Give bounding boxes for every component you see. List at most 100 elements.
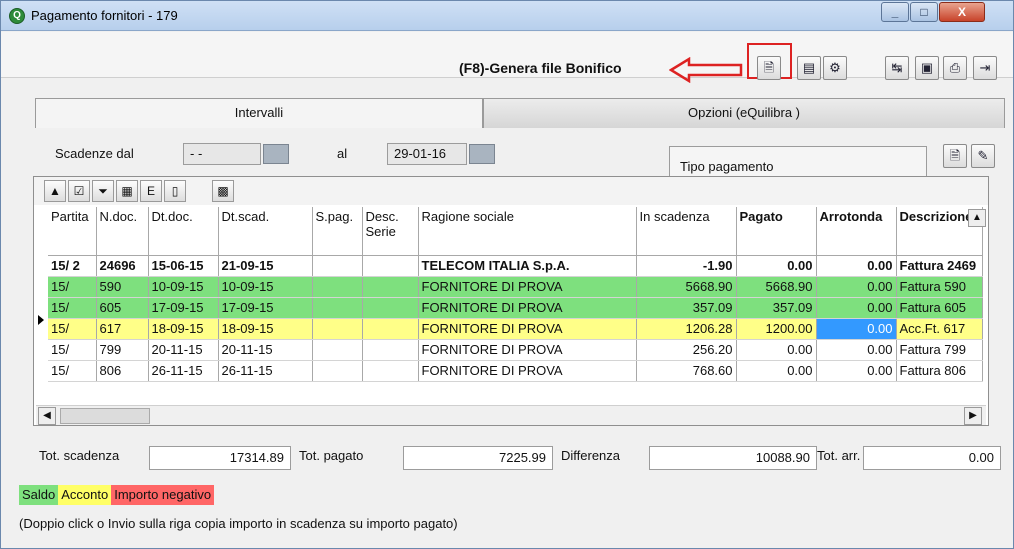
col-desc-serie[interactable]: Desc. Serie xyxy=(362,207,419,256)
cell-in-scadenza[interactable]: 357.09 xyxy=(636,297,737,319)
horizontal-scrollbar[interactable]: ◀ ▶ xyxy=(36,405,986,425)
cell-pagato[interactable]: 1200.00 xyxy=(736,318,817,340)
cell-descrizione[interactable]: Acc.Ft. 617 xyxy=(896,318,983,340)
cell-desc-serie[interactable] xyxy=(362,360,419,382)
tab-intervalli[interactable]: Intervalli xyxy=(35,98,483,128)
cell-dtdoc[interactable]: 18-09-15 xyxy=(148,318,219,340)
col-ragione-sociale[interactable]: Ragione sociale xyxy=(418,207,637,256)
cell-dtscad[interactable]: 10-09-15 xyxy=(218,276,313,298)
col-in-scadenza[interactable]: In scadenza xyxy=(636,207,737,256)
cell-spag[interactable] xyxy=(312,276,363,298)
cell-partita[interactable]: 15/ xyxy=(48,318,97,340)
cell-pagato[interactable]: 0.00 xyxy=(736,255,817,277)
cell-descrizione[interactable]: Fattura 605 xyxy=(896,297,983,319)
cell-in-scadenza[interactable]: 1206.28 xyxy=(636,318,737,340)
col-arrotonda[interactable]: Arrotonda xyxy=(816,207,897,256)
col-dtscad[interactable]: Dt.scad. xyxy=(218,207,313,256)
select-button[interactable]: ☑ xyxy=(68,180,90,202)
cell-ragione-sociale[interactable]: FORNITORE DI PROVA xyxy=(418,360,637,382)
print-button[interactable]: ⎙ xyxy=(943,56,967,80)
cell-pagato[interactable]: 0.00 xyxy=(736,339,817,361)
print-preview-button[interactable]: ▤ xyxy=(797,56,821,80)
al-date-field[interactable]: 29-01-16 xyxy=(387,143,467,165)
title-bar[interactable]: Q Pagamento fornitori - 179 _ □ X xyxy=(1,1,1013,31)
cell-ndoc[interactable]: 24696 xyxy=(96,255,149,277)
cell-ragione-sociale[interactable]: FORNITORE DI PROVA xyxy=(418,339,637,361)
columns-button[interactable]: ▦ xyxy=(116,180,138,202)
cell-arrotonda-selected[interactable]: 0.00 xyxy=(816,318,897,340)
cell-desc-serie[interactable] xyxy=(362,339,419,361)
cell-arrotonda[interactable]: 0.00 xyxy=(816,255,897,277)
filter-button[interactable]: ⏷ xyxy=(92,180,114,202)
tipo-pagamento-box[interactable]: Tipo pagamento xyxy=(669,146,927,180)
export-excel-button[interactable]: E xyxy=(140,180,162,202)
table-row[interactable]: 15/ 806 26-11-15 26-11-15 FORNITORE DI P… xyxy=(48,360,983,382)
cell-ndoc[interactable]: 806 xyxy=(96,360,149,382)
col-ndoc[interactable]: N.doc. xyxy=(96,207,149,256)
cell-partita[interactable]: 15/ xyxy=(48,360,97,382)
cell-desc-serie[interactable] xyxy=(362,297,419,319)
cell-ragione-sociale[interactable]: FORNITORE DI PROVA xyxy=(418,276,637,298)
scroll-right-button[interactable]: ▶ xyxy=(964,407,982,425)
cell-desc-serie[interactable] xyxy=(362,255,419,277)
cell-dtscad[interactable]: 26-11-15 xyxy=(218,360,313,382)
sort-up-button[interactable]: ▲ xyxy=(44,180,66,202)
cell-pagato[interactable]: 357.09 xyxy=(736,297,817,319)
lock-button[interactable]: ▯ xyxy=(164,180,186,202)
cell-descrizione[interactable]: Fattura 590 xyxy=(896,276,983,298)
col-dtdoc[interactable]: Dt.doc. xyxy=(148,207,219,256)
cell-dtscad[interactable]: 18-09-15 xyxy=(218,318,313,340)
col-spag[interactable]: S.pag. xyxy=(312,207,363,256)
calculator-button[interactable]: ▩ xyxy=(212,180,234,202)
cell-in-scadenza[interactable]: -1.90 xyxy=(636,255,737,277)
cell-pagato[interactable]: 5668.90 xyxy=(736,276,817,298)
close-button[interactable]: X xyxy=(939,2,985,22)
cell-spag[interactable] xyxy=(312,318,363,340)
table-row[interactable]: 15/ 799 20-11-15 20-11-15 FORNITORE DI P… xyxy=(48,339,983,361)
cell-pagato[interactable]: 0.00 xyxy=(736,360,817,382)
cell-ndoc[interactable]: 799 xyxy=(96,339,149,361)
save-button[interactable]: ▣ xyxy=(915,56,939,80)
table-row[interactable]: 15/ 2 24696 15-06-15 21-09-15 TELECOM IT… xyxy=(48,255,983,277)
cell-descrizione[interactable]: Fattura 806 xyxy=(896,360,983,382)
cell-dtdoc[interactable]: 20-11-15 xyxy=(148,339,219,361)
col-partita[interactable]: Partita xyxy=(48,207,97,256)
cell-descrizione[interactable]: Fattura 2469 xyxy=(896,255,983,277)
minimize-button[interactable]: _ xyxy=(881,2,909,22)
cell-spag[interactable] xyxy=(312,339,363,361)
col-pagato[interactable]: Pagato xyxy=(736,207,817,256)
cell-arrotonda[interactable]: 0.00 xyxy=(816,339,897,361)
cell-ndoc[interactable]: 590 xyxy=(96,276,149,298)
calendar-dal-button[interactable] xyxy=(263,144,289,164)
scroll-left-button[interactable]: ◀ xyxy=(38,407,56,425)
cell-partita[interactable]: 15/ 2 xyxy=(48,255,97,277)
cell-dtdoc[interactable]: 17-09-15 xyxy=(148,297,219,319)
cell-dtdoc[interactable]: 10-09-15 xyxy=(148,276,219,298)
cell-ragione-sociale[interactable]: FORNITORE DI PROVA xyxy=(418,318,637,340)
cell-ndoc[interactable]: 617 xyxy=(96,318,149,340)
cell-dtdoc[interactable]: 26-11-15 xyxy=(148,360,219,382)
tipo-doc-button[interactable]: 🗎 xyxy=(943,144,967,168)
settings-button[interactable]: ⚙ xyxy=(823,56,847,80)
tab-opzioni-equilibra[interactable]: Opzioni (eQuilibra ) xyxy=(483,98,1005,128)
cell-in-scadenza[interactable]: 768.60 xyxy=(636,360,737,382)
cell-arrotonda[interactable]: 0.00 xyxy=(816,297,897,319)
scroll-up-button[interactable]: ▲ xyxy=(968,209,986,227)
table-row[interactable]: 15/ 605 17-09-15 17-09-15 FORNITORE DI P… xyxy=(48,297,983,319)
table-row[interactable]: 15/ 590 10-09-15 10-09-15 FORNITORE DI P… xyxy=(48,276,983,298)
cell-spag[interactable] xyxy=(312,297,363,319)
cell-ragione-sociale[interactable]: TELECOM ITALIA S.p.A. xyxy=(418,255,637,277)
exit-button[interactable]: ⇥ xyxy=(973,56,997,80)
cell-desc-serie[interactable] xyxy=(362,318,419,340)
cell-in-scadenza[interactable]: 5668.90 xyxy=(636,276,737,298)
cell-spag[interactable] xyxy=(312,255,363,277)
cell-desc-serie[interactable] xyxy=(362,276,419,298)
cell-arrotonda[interactable]: 0.00 xyxy=(816,276,897,298)
scroll-thumb[interactable] xyxy=(60,408,150,424)
cell-dtscad[interactable]: 21-09-15 xyxy=(218,255,313,277)
cell-dtscad[interactable]: 17-09-15 xyxy=(218,297,313,319)
scadenze-dal-field[interactable]: - - xyxy=(183,143,261,165)
cell-partita[interactable]: 15/ xyxy=(48,297,97,319)
maximize-button[interactable]: □ xyxy=(910,2,938,22)
document-icon-button[interactable]: 🗎 xyxy=(757,56,781,80)
